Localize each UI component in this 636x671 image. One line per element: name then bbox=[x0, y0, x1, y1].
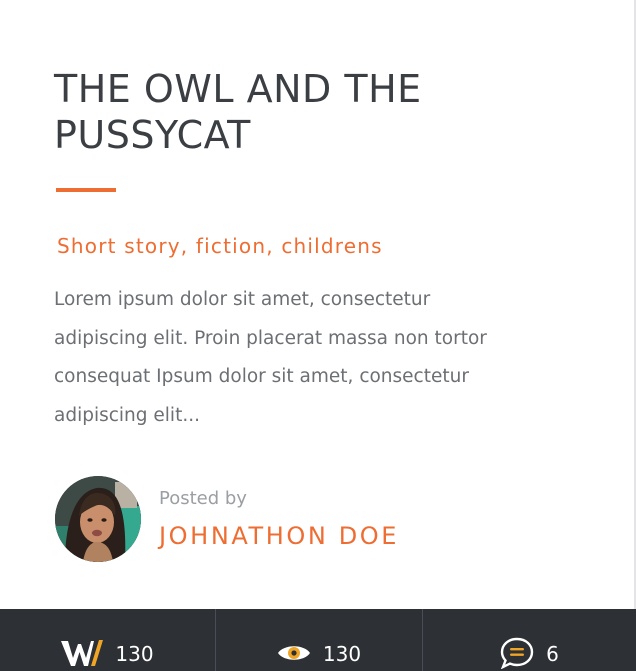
post-stats-bar: 130 130 6 bbox=[0, 609, 636, 671]
excerpt-line: Lorem ipsum dolor sit amet, consectetur bbox=[54, 289, 431, 310]
excerpt-line: consequat Ipsum dolor sit amet, consecte… bbox=[54, 366, 469, 387]
stat-comments-value: 6 bbox=[546, 642, 559, 666]
stat-views-value: 130 bbox=[322, 642, 362, 666]
stat-wordpress-value: 130 bbox=[115, 642, 154, 666]
post-excerpt: Lorem ipsum dolor sit amet, consectetur … bbox=[54, 281, 564, 435]
stat-views[interactable]: 130 bbox=[216, 609, 423, 671]
user-avatar-photo-icon bbox=[55, 476, 141, 562]
excerpt-line: adipiscing elit... bbox=[54, 404, 200, 426]
stat-wordpress[interactable]: 130 bbox=[0, 609, 216, 671]
comment-bubble-icon bbox=[500, 611, 534, 669]
posted-by-label: Posted by bbox=[159, 488, 247, 509]
eye-icon bbox=[277, 616, 311, 664]
wordpress-w-icon bbox=[61, 612, 104, 668]
post-title-line-1[interactable]: THE OWL AND THE bbox=[54, 67, 422, 111]
post-card: THE OWL AND THE PUSSYCAT Short story, fi… bbox=[0, 0, 636, 671]
author-block: Posted by JOHNATHON DOE bbox=[55, 476, 575, 566]
author-name-link[interactable]: JOHNATHON DOE bbox=[159, 522, 399, 550]
post-title[interactable]: THE OWL AND THE PUSSYCAT bbox=[54, 66, 574, 158]
title-accent-divider bbox=[56, 188, 116, 192]
post-title-line-2[interactable]: PUSSYCAT bbox=[54, 113, 251, 157]
avatar[interactable] bbox=[55, 476, 141, 562]
excerpt-line: adipiscing elit. Proin placerat massa no… bbox=[54, 327, 487, 349]
post-tags[interactable]: Short story, fiction, childrens bbox=[57, 234, 383, 258]
stat-comments[interactable]: 6 bbox=[423, 609, 636, 671]
